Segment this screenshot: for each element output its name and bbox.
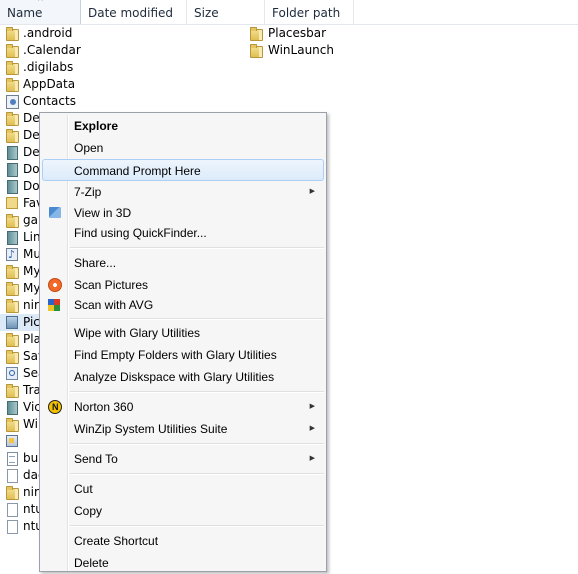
menu-separator: [70, 391, 324, 393]
folder-icon: [6, 282, 19, 296]
menu-item-explore[interactable]: Explore: [42, 115, 324, 137]
library-icon: [7, 180, 18, 194]
folder-icon: [6, 214, 19, 228]
menu-item-command-prompt-here[interactable]: Command Prompt Here: [42, 159, 324, 181]
menu-item-share[interactable]: Share...: [42, 252, 324, 274]
library-icon: [7, 401, 18, 415]
application-icon: [6, 435, 18, 447]
folder-icon: [6, 78, 19, 92]
contacts-icon: [6, 95, 19, 109]
menu-item-norton-360[interactable]: Norton 360▶: [42, 396, 324, 418]
folder-icon: [6, 299, 19, 313]
folder-icon: [6, 265, 19, 279]
menu-item-scan-pictures[interactable]: Scan Pictures: [42, 274, 324, 296]
folder-icon: [6, 333, 19, 347]
sort-ascending-icon: ^: [37, 0, 44, 6]
favorites-icon: [6, 197, 18, 209]
folder-icon: [6, 27, 19, 41]
column-size-label: Size: [194, 6, 219, 20]
norton-icon: [48, 400, 62, 414]
folder-icon: [6, 384, 19, 398]
menu-item-open[interactable]: Open: [42, 137, 324, 159]
menu-separator: [70, 473, 324, 475]
library-icon: [7, 163, 18, 177]
submenu-arrow-icon: ▶: [309, 188, 315, 195]
column-folder-path[interactable]: Folder path: [265, 0, 354, 24]
menu-separator: [70, 318, 324, 320]
menu-item-create-shortcut[interactable]: Create Shortcut: [42, 530, 324, 552]
folder-icon: [6, 61, 19, 75]
menu-item-scan-with-avg[interactable]: Scan with AVG: [42, 294, 324, 316]
column-name-label: Name: [7, 6, 43, 20]
submenu-arrow-icon: ▶: [309, 455, 315, 462]
search-icon: [6, 367, 18, 380]
library-icon: [7, 146, 18, 160]
file-icon: [7, 520, 18, 534]
menu-item-copy[interactable]: Copy: [42, 500, 324, 522]
menu-item-wipe-glary[interactable]: Wipe with Glary Utilities: [42, 322, 324, 344]
submenu-arrow-icon: ▶: [309, 425, 315, 432]
pictures-icon: [6, 316, 18, 329]
column-date-modified[interactable]: Date modified: [81, 0, 187, 24]
column-size[interactable]: Size: [187, 0, 265, 24]
column-name[interactable]: ^ Name: [0, 0, 81, 24]
menu-item-send-to[interactable]: Send To ▶: [42, 448, 324, 470]
view-3d-icon: [49, 207, 61, 218]
library-icon: [7, 231, 18, 245]
menu-separator: [70, 525, 324, 527]
menu-separator: [70, 443, 324, 445]
menu-item-view-in-3d[interactable]: View in 3D: [42, 202, 324, 224]
folder-icon: [6, 418, 19, 432]
column-folder-path-label: Folder path: [272, 6, 341, 20]
column-date-modified-label: Date modified: [88, 6, 174, 20]
list-item-selected[interactable]: Pic: [0, 314, 42, 331]
scan-pictures-icon: [48, 278, 62, 292]
menu-item-cut[interactable]: Cut: [42, 478, 324, 500]
context-menu: Explore Open Command Prompt Here 7-Zip ▶ …: [39, 112, 327, 572]
notepad-icon: [7, 452, 18, 466]
folder-icon: [6, 129, 19, 143]
folder-icon: [6, 350, 19, 364]
menu-item-7zip[interactable]: 7-Zip ▶: [42, 181, 324, 203]
menu-item-find-using-quickfinder[interactable]: Find using QuickFinder...: [42, 222, 324, 244]
music-icon: [6, 246, 18, 263]
menu-item-analyze-diskspace[interactable]: Analyze Diskspace with Glary Utilities: [42, 366, 324, 388]
file-icon: [7, 469, 18, 483]
submenu-arrow-icon: ▶: [309, 403, 315, 410]
folder-icon: [6, 112, 19, 126]
folder-icon: [6, 486, 19, 500]
column-header: ^ Name Date modified Size Folder path: [0, 0, 578, 25]
menu-item-find-empty-folders[interactable]: Find Empty Folders with Glary Utilities: [42, 344, 324, 366]
menu-item-delete[interactable]: Delete: [42, 552, 324, 574]
file-icon: [7, 503, 18, 517]
menu-item-winzip-suite[interactable]: WinZip System Utilities Suite ▶: [42, 418, 324, 440]
folder-icon: [250, 44, 263, 58]
folder-icon: [250, 27, 263, 41]
avg-icon: [48, 299, 60, 311]
folder-icon: [6, 44, 19, 58]
menu-separator: [70, 247, 324, 249]
